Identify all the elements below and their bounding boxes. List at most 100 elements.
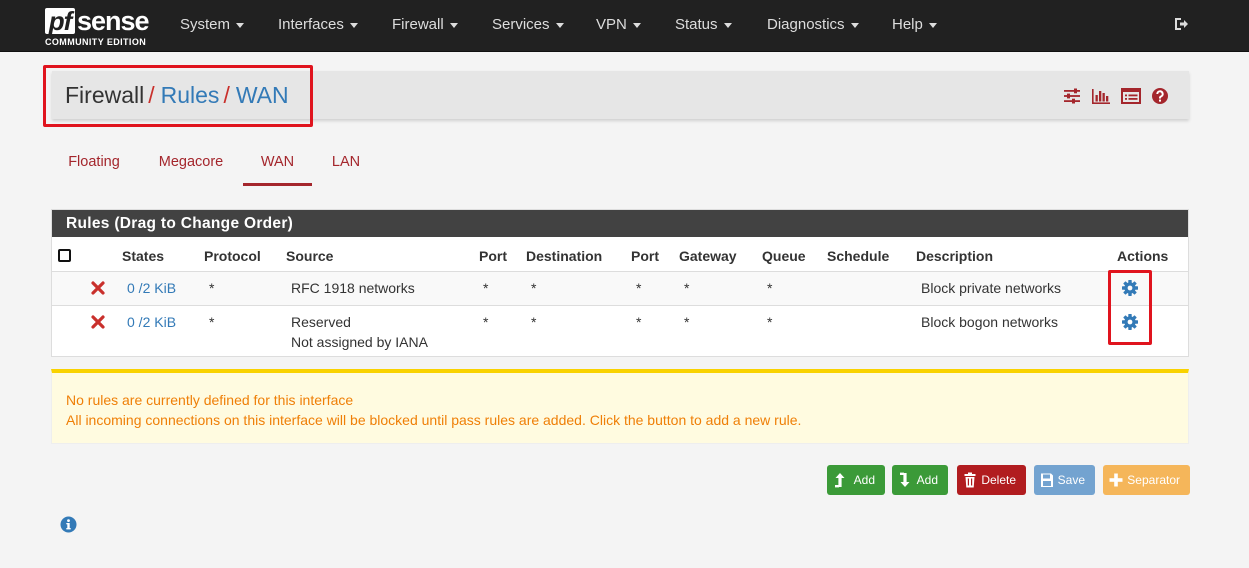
- rule-source: Reserved: [291, 314, 351, 330]
- logo-pf-mark: pf: [45, 8, 75, 34]
- rule-port: *: [483, 314, 489, 330]
- col-gateway: Gateway: [679, 248, 737, 264]
- chevron-down-icon: [928, 22, 937, 28]
- rule-description: Block bogon networks: [921, 314, 1058, 330]
- chevron-down-icon: [236, 22, 245, 28]
- alert-line-1: No rules are currently defined for this …: [66, 392, 354, 408]
- bar-chart-icon[interactable]: [1091, 87, 1111, 108]
- top-navbar: pf sense COMMUNITY EDITION System Interf…: [0, 0, 1249, 52]
- save-icon: [1041, 473, 1053, 487]
- pfsense-logo[interactable]: pf sense COMMUNITY EDITION: [45, 6, 155, 48]
- nav-diagnostics[interactable]: Diagnostics: [767, 0, 859, 51]
- col-destination: Destination: [526, 248, 603, 264]
- add-rule-bottom-button[interactable]: Add: [892, 465, 948, 495]
- save-label: Save: [1057, 473, 1085, 487]
- rule-states[interactable]: 0 /2 KiB: [127, 312, 176, 332]
- tab-wan[interactable]: WAN: [243, 152, 312, 186]
- rule-destination: *: [531, 280, 537, 296]
- chevron-down-icon: [723, 22, 732, 28]
- col-protocol: Protocol: [204, 248, 261, 264]
- chevron-down-icon: [850, 22, 859, 28]
- logo-sense-text: sense: [77, 6, 150, 36]
- tab-lan[interactable]: LAN: [325, 152, 367, 186]
- rule-dest-port: *: [636, 314, 642, 330]
- nav-status-label: Status: [675, 16, 718, 33]
- chevron-down-icon: [349, 22, 358, 28]
- sliders-icon[interactable]: [1063, 87, 1081, 108]
- select-all-checkbox[interactable]: [58, 249, 71, 262]
- delete-button[interactable]: Delete: [957, 465, 1026, 495]
- rules-panel: Rules (Drag to Change Order) States Prot…: [51, 209, 1189, 357]
- rule-source: RFC 1918 networks: [291, 280, 415, 296]
- add-bottom-label: Add: [916, 473, 938, 487]
- breadcrumb-bar: Firewall / Rules / WAN: [52, 71, 1189, 119]
- no-rules-alert: No rules are currently defined for this …: [51, 369, 1189, 444]
- nav-help[interactable]: Help: [892, 0, 937, 51]
- rule-port: *: [483, 280, 489, 296]
- nav-system[interactable]: System: [180, 0, 245, 51]
- table-list-icon[interactable]: [1121, 87, 1142, 108]
- save-button[interactable]: Save: [1034, 465, 1095, 495]
- rule-states[interactable]: 0 /2 KiB: [127, 278, 176, 298]
- breadcrumb-shortcuts: [1057, 87, 1169, 105]
- col-queue: Queue: [762, 248, 806, 264]
- nav-help-label: Help: [892, 16, 923, 33]
- col-port: Port: [479, 248, 507, 264]
- col-states: States: [122, 248, 165, 264]
- breadcrumb-wan-link[interactable]: WAN: [236, 82, 289, 108]
- rule-protocol: *: [209, 314, 215, 330]
- sign-out-icon[interactable]: [1173, 16, 1189, 32]
- nav-vpn[interactable]: VPN: [596, 0, 641, 51]
- nav-services-label: Services: [492, 16, 550, 33]
- col-source: Source: [286, 248, 334, 264]
- plus-icon: [1109, 473, 1123, 487]
- rule-queue: *: [767, 314, 773, 330]
- breadcrumb: Firewall / Rules / WAN: [65, 80, 289, 110]
- chevron-down-icon: [449, 22, 458, 28]
- rule-dest-port: *: [636, 280, 642, 296]
- add-separator-button[interactable]: Separator: [1103, 465, 1190, 495]
- nav-firewall[interactable]: Firewall: [392, 0, 458, 51]
- row-divider: [52, 305, 1188, 306]
- rule-gateway: *: [684, 314, 690, 330]
- rule-protocol: *: [209, 280, 215, 296]
- rule-destination: *: [531, 314, 537, 330]
- nav-services[interactable]: Services: [492, 0, 564, 51]
- delete-label: Delete: [981, 473, 1016, 487]
- info-icon[interactable]: [60, 516, 77, 533]
- block-x-icon: [91, 281, 105, 295]
- arrow-up-icon: [835, 473, 845, 488]
- breadcrumb-separator: /: [148, 82, 155, 108]
- nav-status[interactable]: Status: [675, 0, 732, 51]
- chevron-down-icon: [555, 22, 564, 28]
- tab-megacore[interactable]: Megacore: [152, 152, 230, 186]
- col-dest-port: Port: [631, 248, 659, 264]
- breadcrumb-separator: /: [223, 82, 230, 108]
- add-top-label: Add: [853, 473, 875, 487]
- breadcrumb-firewall: Firewall: [65, 82, 145, 108]
- trash-icon: [964, 472, 976, 488]
- nav-firewall-label: Firewall: [392, 16, 444, 33]
- nav-interfaces[interactable]: Interfaces: [278, 0, 358, 51]
- add-rule-top-button[interactable]: Add: [827, 465, 885, 495]
- gear-icon[interactable]: [1121, 313, 1139, 331]
- logo-edition: COMMUNITY EDITION: [45, 37, 147, 47]
- arrow-down-icon: [900, 472, 910, 487]
- nav-interfaces-label: Interfaces: [278, 16, 344, 33]
- nav-system-label: System: [180, 16, 231, 33]
- breadcrumb-rules-link[interactable]: Rules: [161, 82, 220, 108]
- col-description: Description: [916, 248, 994, 264]
- nav-vpn-label: VPN: [596, 16, 627, 33]
- gear-icon[interactable]: [1121, 279, 1139, 297]
- panel-title: Rules (Drag to Change Order): [52, 210, 1188, 237]
- chevron-down-icon: [632, 22, 641, 28]
- nav-diagnostics-label: Diagnostics: [767, 16, 845, 33]
- col-actions: Actions: [1117, 248, 1169, 264]
- separator-label: Separator: [1127, 473, 1180, 487]
- rule-gateway: *: [684, 280, 690, 296]
- rule-description: Block private networks: [921, 280, 1062, 296]
- tab-floating[interactable]: Floating: [62, 152, 126, 186]
- help-circle-icon[interactable]: [1151, 87, 1169, 108]
- col-schedule: Schedule: [827, 248, 890, 264]
- block-x-icon: [91, 315, 105, 329]
